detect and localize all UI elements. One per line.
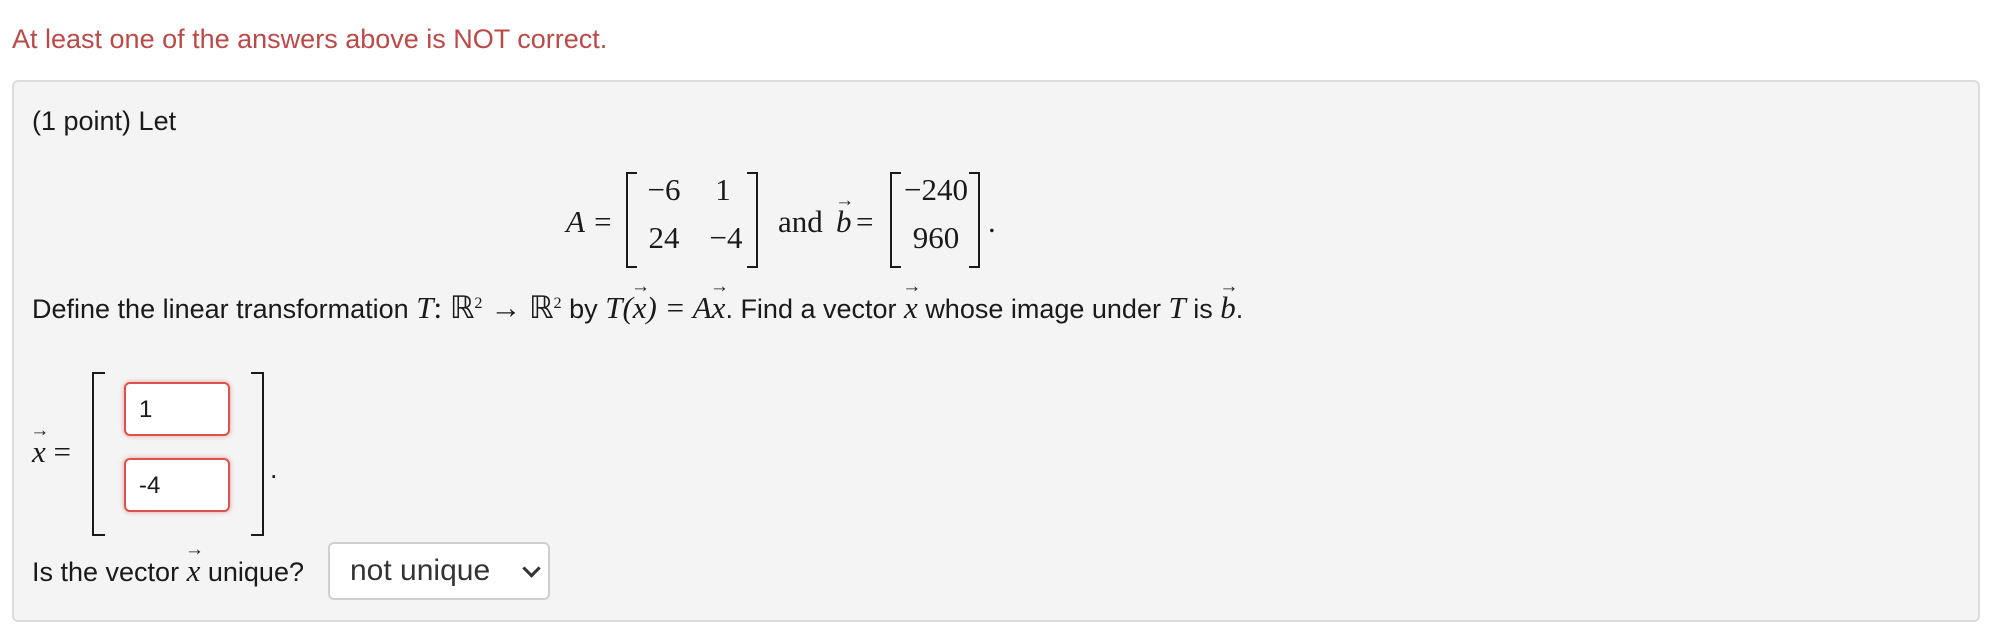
problem-panel: (1 point) Let A = −6 1 24 −4 and b = −24… [12,80,1980,622]
display-period: . [988,204,996,239]
answer-input-x1[interactable]: 1 [124,382,230,436]
transformation-definition: Define the linear transformation T: ℝ2 →… [32,290,1243,326]
answer-input-x2[interactable]: -4 [124,458,230,512]
t-symbol: T [416,290,434,325]
matrix-definition: A = −6 1 24 −4 and b = −240 960 . [14,166,1978,276]
chevron-down-icon [522,559,541,578]
problem-intro: (1 point) Let [32,106,177,136]
vector-b-entry: 960 [912,220,960,255]
vector-b-entry: −240 [904,172,968,207]
selected-option: not unique [350,554,491,587]
vector-b-symbol: b [836,204,852,240]
answer-vector-label: x = [32,434,71,470]
uniqueness-select[interactable]: not unique [328,542,550,600]
matrix-a-cell: −4 [709,220,743,255]
answer-period: . [270,454,278,484]
answer-vector-matrix: 1 -4 [92,372,264,536]
vector-b: −240 960 [890,172,980,268]
matrix-a-cell: 1 [715,172,731,207]
matrix-a: −6 1 24 −4 [626,172,758,268]
matrix-a-cell: 24 [648,220,680,255]
matrix-a-cell: −6 [647,172,681,207]
uniqueness-question: Is the vector x unique? [32,553,304,589]
equals-sign: = [856,204,874,239]
incorrect-answer-banner: At least one of the answers above is NOT… [12,24,608,54]
and-word: and [778,204,823,239]
matrix-a-label: A = [566,204,614,239]
